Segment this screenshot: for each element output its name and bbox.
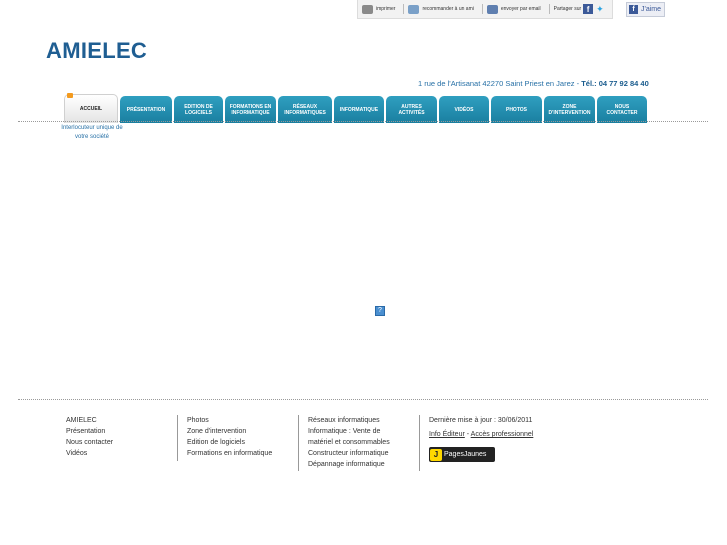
tab-zone-intervention[interactable]: ZONE D'INTERVENTION (544, 96, 595, 123)
footer-link[interactable]: matériel et consommables (308, 437, 390, 448)
footer-link[interactable]: Informatique : Vente de (308, 426, 390, 437)
footer-link[interactable]: Edition de logiciels (187, 437, 272, 448)
footer-divider (18, 399, 708, 400)
tab-presentation[interactable]: PRÉSENTATION (120, 96, 172, 123)
share-label: Partager sur (553, 6, 582, 12)
share-toolbar: imprimer recommander à un ami envoyer pa… (357, 0, 613, 19)
footer-link[interactable]: Dépannage informatique (308, 459, 390, 470)
pagesjaunes-label: PagesJaunes (444, 451, 487, 458)
tab-label: RÉSEAUX INFORMATIQUES (284, 103, 326, 116)
main-nav: ACCUEIL PRÉSENTATION EDITION DE LOGICIEL… (64, 93, 649, 123)
tab-photos[interactable]: PHOTOS (491, 96, 542, 123)
footer-link[interactable]: AMIELEC (66, 415, 113, 426)
tab-autres-activites[interactable]: AUTRES ACTIVITÉS (386, 96, 437, 123)
header-address: 1 rue de l'Artisanat 42270 Saint Priest … (418, 79, 649, 88)
tab-label: AUTRES ACTIVITÉS (398, 103, 425, 116)
tab-label: ZONE D'INTERVENTION (548, 103, 591, 116)
nav-divider (18, 121, 708, 122)
link-separator: - (466, 431, 470, 438)
tab-nous-contacter[interactable]: NOUS CONTACTER (597, 96, 647, 123)
address-text: 1 rue de l'Artisanat 42270 Saint Priest … (418, 79, 580, 88)
share-on: Partager sur f ✦ (554, 4, 604, 15)
phone-number: Tél.: 04 77 92 84 40 (581, 79, 649, 88)
recommend-icon (408, 4, 420, 14)
email-label: envoyer par email (500, 6, 541, 12)
recommend-label: recommander à un ami (422, 6, 474, 12)
print-link[interactable]: imprimer (362, 4, 396, 14)
tab-edition-logiciels[interactable]: EDITION DE LOGICIELS (174, 96, 223, 123)
tab-videos[interactable]: VIDÉOS (439, 96, 489, 123)
tab-reseaux[interactable]: RÉSEAUX INFORMATIQUES (278, 96, 332, 123)
footer-link[interactable]: Vidéos (66, 448, 113, 459)
footer-extra-links: Info Éditeur - Accès professionnel (429, 429, 533, 440)
like-label: J'aime (641, 6, 662, 13)
divider (403, 4, 405, 14)
footer-col-3: Réseaux informatiques Informatique : Ven… (298, 415, 390, 471)
footer-link[interactable]: Constructeur informatique (308, 448, 390, 459)
facebook-icon[interactable]: f (583, 4, 594, 14)
home-badge-icon (67, 93, 73, 98)
email-icon (486, 4, 498, 14)
footer-link[interactable]: Présentation (66, 426, 113, 437)
facebook-icon: f (629, 5, 638, 14)
tab-label: VIDÉOS (454, 106, 474, 113)
tab-label: PRÉSENTATION (126, 106, 166, 113)
pagesjaunes-logo-icon: J (430, 448, 442, 461)
facebook-like-button[interactable]: f J'aime (626, 2, 665, 17)
tagline: Interlocuteur unique de votre société (61, 125, 123, 140)
divider (548, 4, 550, 14)
printer-icon (362, 4, 373, 14)
page: imprimer recommander à un ami envoyer pa… (0, 0, 727, 545)
footer-link[interactable]: Nous contacter (66, 437, 113, 448)
footer-col-4: Dernière mise à jour : 30/06/2011 Info É… (419, 415, 533, 471)
tab-informatique[interactable]: INFORMATIQUE (334, 96, 384, 123)
tab-accueil[interactable]: ACCUEIL (64, 93, 118, 123)
last-update: Dernière mise à jour : 30/06/2011 (429, 417, 533, 424)
divider (481, 4, 483, 14)
tab-formations[interactable]: FORMATIONS EN INFORMATIQUE (225, 96, 276, 123)
footer-col-1: AMIELEC Présentation Nous contacter Vidé… (66, 415, 113, 459)
tab-label: NOUS CONTACTER (606, 103, 638, 116)
email-link[interactable]: envoyer par email (486, 4, 541, 14)
tab-label: EDITION DE LOGICIELS (184, 103, 213, 116)
tab-label: PHOTOS (505, 106, 528, 113)
footer-link[interactable]: Formations en informatique (187, 448, 272, 459)
twitter-icon[interactable]: ✦ (596, 4, 604, 15)
footer-link[interactable]: Zone d'intervention (187, 426, 272, 437)
recommend-link[interactable]: recommander à un ami (408, 4, 474, 14)
tab-label: FORMATIONS EN INFORMATIQUE (229, 103, 272, 116)
tab-label: ACCUEIL (79, 106, 103, 112)
tab-label: INFORMATIQUE (339, 106, 379, 113)
site-title[interactable]: AMIELEC (46, 38, 147, 64)
footer-col-2: Photos Zone d'intervention Edition de lo… (177, 415, 272, 461)
print-label: imprimer (376, 6, 396, 12)
footer-link[interactable]: Photos (187, 415, 272, 426)
question-mark-icon[interactable]: ? (375, 306, 385, 316)
footer-link[interactable]: Réseaux informatiques (308, 415, 390, 426)
info-editeur-link[interactable]: Info Éditeur (429, 431, 465, 438)
pro-access-link[interactable]: Accès professionnel (471, 431, 534, 438)
pagesjaunes-badge[interactable]: J PagesJaunes (429, 447, 495, 462)
